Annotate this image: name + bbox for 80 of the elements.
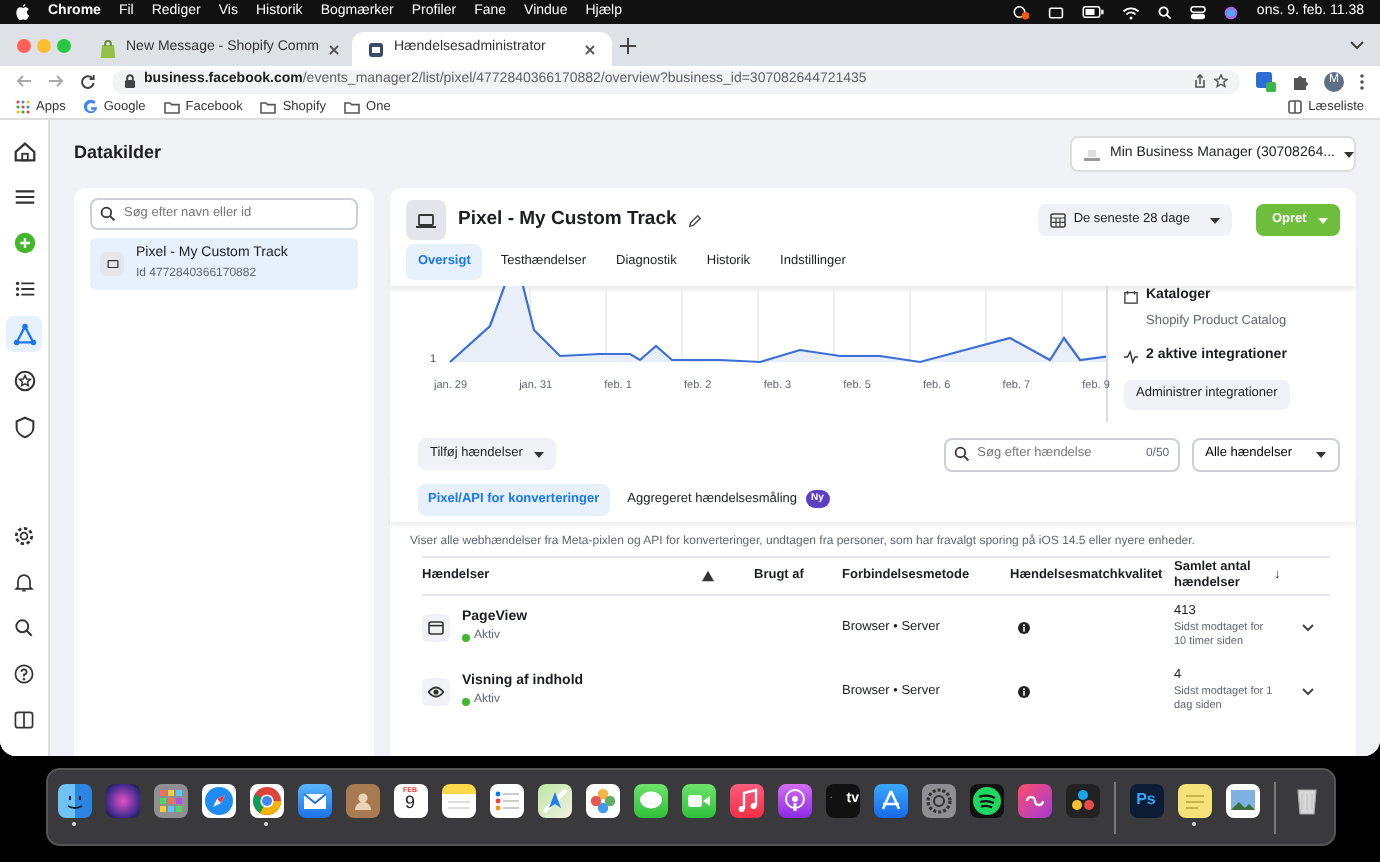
puzzle-icon[interactable] — [1292, 73, 1308, 89]
extension-badge-icon[interactable] — [1256, 71, 1276, 91]
close-icon[interactable] — [584, 43, 596, 55]
spotify-icon[interactable] — [969, 783, 1003, 817]
calendar-icon — [1049, 212, 1066, 228]
catalog-icon — [1124, 289, 1138, 303]
chevron-down-icon[interactable] — [1350, 40, 1364, 50]
google-icon — [83, 100, 98, 114]
bell-icon[interactable] — [12, 570, 36, 594]
video-camera-icon[interactable] — [681, 783, 715, 817]
siri-icon[interactable] — [1224, 5, 1239, 19]
info-icon[interactable] — [1018, 685, 1030, 697]
chevron-down-icon[interactable] — [1302, 687, 1314, 695]
apple-icon — [16, 4, 30, 20]
search-icon — [953, 446, 970, 463]
folder-icon — [344, 101, 361, 113]
siri-icon[interactable] — [105, 783, 139, 817]
control-center-icon[interactable] — [1190, 5, 1207, 19]
caret-icon — [1316, 451, 1326, 458]
eye-icon — [428, 683, 444, 699]
chrome-icon[interactable] — [249, 783, 283, 817]
podcast-icon[interactable] — [777, 783, 811, 817]
address-book-icon[interactable] — [345, 783, 379, 817]
search-icon[interactable] — [1158, 5, 1173, 19]
folder-icon — [260, 101, 277, 113]
map-icon[interactable] — [537, 783, 571, 817]
photoshop-icon[interactable]: Ps — [1129, 783, 1163, 817]
checklist-icon[interactable] — [489, 783, 523, 817]
launchpad-icon[interactable] — [153, 783, 187, 817]
info-icon[interactable] — [1018, 621, 1030, 633]
battery-icon[interactable] — [1082, 6, 1105, 18]
notepad-icon[interactable] — [441, 783, 475, 817]
pencil-icon[interactable] — [688, 213, 703, 227]
chevron-down-icon[interactable] — [1302, 623, 1314, 631]
photo-viewer-icon[interactable] — [1225, 783, 1259, 817]
new-tab-icon[interactable] — [620, 37, 636, 53]
speech-bubble-icon[interactable] — [633, 783, 667, 817]
caret-icon — [534, 451, 545, 458]
add-icon — [11, 229, 37, 255]
shield-icon — [11, 413, 37, 439]
envelope-icon[interactable] — [297, 783, 331, 817]
laptop-icon — [105, 259, 119, 269]
star-badge-icon — [11, 367, 37, 393]
folder-icon — [163, 101, 180, 113]
music-note-icon[interactable] — [729, 783, 763, 817]
help-icon[interactable] — [12, 662, 36, 686]
gear-icon[interactable] — [921, 783, 955, 817]
warning-icon — [702, 569, 714, 581]
finder-icon[interactable] — [57, 783, 91, 817]
window-icon — [428, 619, 444, 635]
panel-icon[interactable] — [12, 708, 36, 732]
star-icon[interactable] — [1214, 74, 1228, 88]
nodes-icon — [11, 321, 37, 347]
caret-icon — [1318, 217, 1329, 223]
page-icon — [368, 41, 384, 57]
infinity-icon[interactable] — [1017, 783, 1051, 817]
caret-icon — [1210, 217, 1220, 223]
screen-icon[interactable] — [1048, 5, 1065, 19]
settings-icon[interactable] — [12, 524, 36, 548]
grid-icon — [16, 100, 30, 114]
flower-icon[interactable] — [585, 783, 619, 817]
lock-icon — [124, 74, 136, 88]
search-icon — [100, 206, 116, 222]
caret-icon — [1344, 151, 1355, 157]
reload-icon[interactable] — [80, 73, 96, 89]
compass-icon[interactable] — [201, 783, 235, 817]
close-icon[interactable] — [328, 43, 341, 55]
laptop-icon — [416, 213, 436, 227]
recording-icon[interactable] — [1012, 4, 1031, 20]
app-store-icon[interactable] — [873, 783, 907, 817]
pulse-icon — [1124, 349, 1138, 364]
reading-list-icon — [1288, 100, 1303, 114]
search-icon[interactable] — [12, 616, 36, 640]
home-icon — [11, 137, 37, 163]
pixel-title: Pixel - My Custom Track — [458, 205, 677, 234]
bag-icon — [100, 40, 116, 58]
share-icon[interactable] — [1194, 74, 1206, 88]
page-title: Datakilder — [74, 140, 162, 167]
wifi-icon[interactable] — [1122, 5, 1141, 19]
sticky-note-icon[interactable] — [1177, 783, 1211, 817]
